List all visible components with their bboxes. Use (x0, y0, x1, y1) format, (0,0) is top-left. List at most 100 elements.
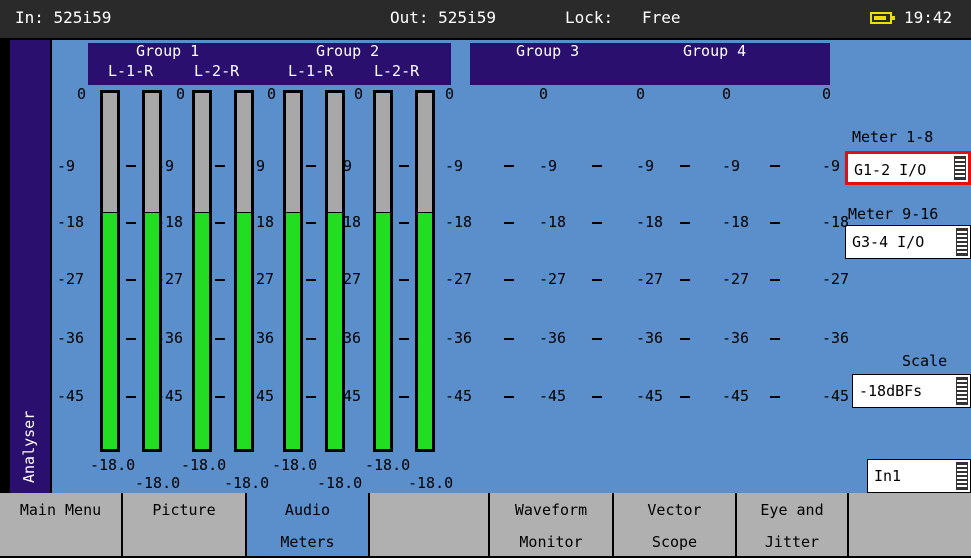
meter-headroom (103, 93, 117, 212)
scroll-knob-icon (954, 156, 966, 180)
vector-label-1: Vector (647, 501, 702, 519)
meter-9-16-select[interactable]: G3-4 I/O (845, 225, 971, 259)
scale-dash (215, 165, 225, 167)
lock-value: Free (642, 8, 681, 27)
scale-tick-label: -18 (636, 213, 664, 231)
audio-meters-button[interactable]: Audio Meters (247, 493, 370, 556)
scale-dash (592, 396, 602, 398)
meter-headroom (328, 93, 342, 212)
clock: 19:42 (904, 8, 953, 27)
scale-dash (126, 222, 136, 224)
meter-level-fill (376, 213, 390, 449)
level-readout: -18.0 (90, 456, 136, 474)
scale-tick-label: -18 (57, 213, 85, 231)
picture-label: Picture (152, 501, 216, 519)
waveform-monitor-button[interactable]: Waveform Monitor (490, 493, 614, 556)
scale-dash (680, 165, 690, 167)
picture-button[interactable]: Picture (123, 493, 247, 556)
scale-dash (126, 338, 136, 340)
meter-headroom (145, 93, 159, 212)
scale-dash (592, 338, 602, 340)
scale-dash (504, 396, 514, 398)
level-readout: -18.0 (365, 456, 411, 474)
scale-dash (770, 396, 780, 398)
scale-tick-label: -18 (722, 213, 750, 231)
meter-level-fill (418, 213, 432, 449)
scale-tick-label: 0 (636, 85, 646, 103)
scale-dash (306, 222, 316, 224)
meter-level-fill (286, 213, 300, 449)
input-format: In: 525i59 (15, 8, 112, 27)
vector-scope-button[interactable]: Vector Scope (614, 493, 737, 556)
empty-softkey[interactable] (370, 493, 490, 556)
meter-9-16-label: Meter 9-16 (848, 205, 939, 223)
level-readout: -18.0 (181, 456, 227, 474)
scale-dash (770, 338, 780, 340)
scale-dash (126, 279, 136, 281)
scale-tick-label: -18 (822, 213, 850, 231)
level-readout: -18.0 (224, 474, 270, 492)
scale-tick-label: -9 (636, 157, 655, 175)
scale-dash (504, 338, 514, 340)
channel-label: L-1-R (108, 62, 154, 80)
meter-headroom (286, 93, 300, 212)
scale-dash (215, 222, 225, 224)
scale-tick-label: 0 (539, 85, 549, 103)
scale-dash (680, 338, 690, 340)
waveform-label-2: Monitor (519, 533, 583, 551)
scale-tick-label: -45 (445, 387, 473, 405)
scroll-knob-icon (956, 462, 968, 490)
level-readout: -18.0 (135, 474, 181, 492)
battery-icon (870, 12, 895, 24)
meter-level-fill (103, 213, 117, 449)
scale-dash (306, 165, 316, 167)
scale-tick-label: -45 (57, 387, 85, 405)
meter-headroom (237, 93, 251, 212)
empty-softkey[interactable] (849, 493, 971, 556)
meter-level-fill (237, 213, 251, 449)
meter-level-fill (145, 213, 159, 449)
group-2-label: Group 2 (316, 42, 380, 60)
audio-level-meter (192, 90, 212, 452)
meter-1-8-value: G1-2 I/O (854, 161, 927, 179)
scale-tick-label: -45 (539, 387, 567, 405)
scale-tick-label: -9 (57, 157, 76, 175)
eye-jitter-button[interactable]: Eye and Jitter (737, 493, 849, 556)
scale-dash (399, 338, 409, 340)
scale-dash (592, 279, 602, 281)
meter-level-fill (328, 213, 342, 449)
meter-1-8-label: Meter 1-8 (852, 128, 934, 146)
input-select[interactable]: In1 (867, 459, 971, 493)
scale-tick-label: -9 (822, 157, 841, 175)
scale-dash (399, 165, 409, 167)
group-1-label: Group 1 (136, 42, 200, 60)
scale-tick-label: -45 (636, 387, 664, 405)
meter-1-8-select[interactable]: G1-2 I/O (845, 151, 971, 185)
scale-dash (680, 279, 690, 281)
level-readout: -18.0 (272, 456, 318, 474)
channel-label: L-2-R (374, 62, 420, 80)
scale-tick-label: -18 (539, 213, 567, 231)
scale-dash (770, 222, 780, 224)
input-value: In1 (874, 467, 902, 485)
eye-label-1: Eye and (760, 501, 824, 519)
main-menu-button[interactable]: Main Menu (0, 493, 123, 556)
scale-tick-label: -36 (57, 329, 85, 347)
scale-dash (215, 396, 225, 398)
audio-meters-label-1: Audio (284, 501, 331, 519)
analyser-side-tab[interactable]: Analyser (10, 40, 50, 493)
audio-level-meter (373, 90, 393, 452)
meter-level-fill (195, 213, 209, 449)
lock-label: Lock: (565, 8, 614, 27)
status-bar: In: 525i59 Out: 525i59 Lock: Free 19:42 (0, 0, 971, 39)
audio-level-meter (234, 90, 254, 452)
audio-level-meter (100, 90, 120, 452)
scale-select[interactable]: -18dBFs (852, 374, 971, 408)
scale-tick-label: -45 (822, 387, 850, 405)
scale-label: Scale (902, 352, 948, 370)
scale-dash (306, 396, 316, 398)
channel-label: L-1-R (288, 62, 334, 80)
level-readout: -18.0 (317, 474, 363, 492)
scale-tick-label: 0 (445, 85, 455, 103)
waveform-label-1: Waveform (514, 501, 588, 519)
